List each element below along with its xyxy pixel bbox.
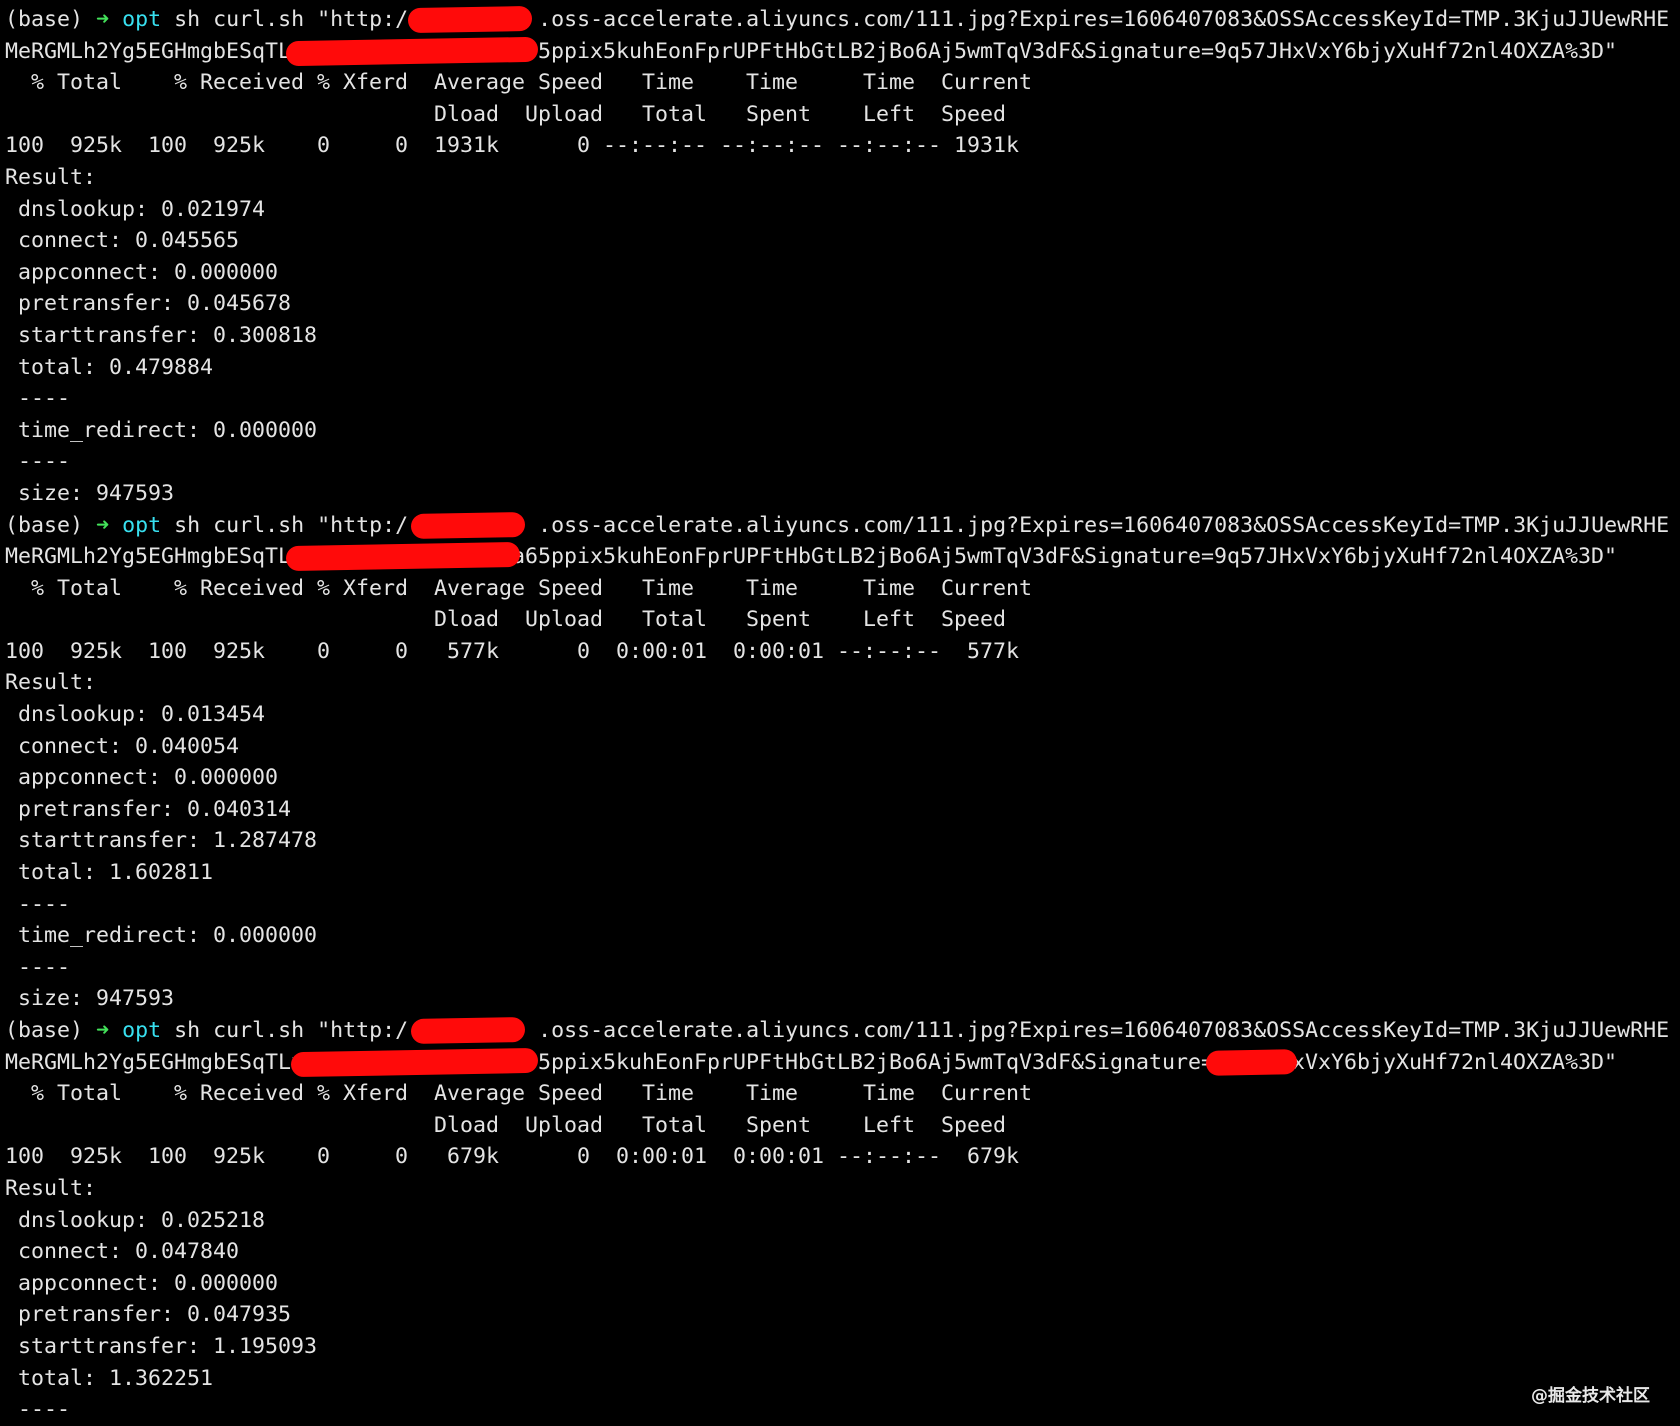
command-line-wrap: MeRGMLh2Yg5EGHmgbESqTL 5ppix5kuhEonFprUPF… <box>5 36 1680 68</box>
progress-header: Dload Upload Total Spent Left Speed <box>5 607 1007 633</box>
redaction-mark <box>407 5 532 34</box>
result-label: Result: <box>5 670 97 696</box>
progress-row: 100 925k 100 925k 0 0 679k 0 0:00:01 0:0… <box>5 1144 1020 1170</box>
redaction-mark <box>285 36 539 66</box>
result-stat: ---- <box>5 386 71 412</box>
command-url-part: 5ppix5kuhEonFprUPFtHbGtLB2jBo6Aj5wmTqV3d… <box>538 1049 1215 1075</box>
command-url-part: a65ppix5kuhEonFprUPFtHbGtLB2jBo6Aj5wmTqV… <box>512 544 1618 570</box>
result-stat: connect: 0.047840 <box>5 1239 240 1265</box>
progress-header: Dload Upload Total Spent Left Speed <box>5 101 1007 127</box>
command-url: .oss-accelerate.aliyuncs.com/111.jpg?Exp… <box>538 7 1670 32</box>
prompt-arrow-icon: ➜ <box>96 1018 110 1043</box>
result-stat: total: 1.602811 <box>5 860 214 886</box>
command-url: .oss-accelerate.aliyuncs.com/111.jpg?Exp… <box>538 512 1670 538</box>
progress-header: % Total % Received % Xferd Average Speed… <box>5 70 1033 96</box>
command-line[interactable]: (base) ➜ opt sh curl.sh "http:/ .oss-acce… <box>5 1015 1680 1047</box>
result-stat: total: 1.362251 <box>5 1365 214 1391</box>
result-stat: connect: 0.045565 <box>5 228 240 254</box>
command-url-part: MeRGMLh2Yg5EGHmgbESqTL <box>5 544 292 570</box>
progress-header: Dload Upload Total Spent Left Speed <box>5 1112 1007 1138</box>
result-stat: appconnect: 0.000000 <box>5 765 279 791</box>
result-stat: pretransfer: 0.047935 <box>5 1302 292 1328</box>
redaction-mark <box>410 511 526 539</box>
result-stat: appconnect: 0.000000 <box>5 1270 279 1296</box>
redaction-mark <box>410 1017 526 1044</box>
command-text: sh curl.sh "http:/ <box>161 7 409 32</box>
redaction-mark <box>285 542 520 572</box>
progress-row: 100 925k 100 925k 0 0 1931k 0 --:--:-- -… <box>5 133 1020 159</box>
terminal-output[interactable]: (base) ➜ opt sh curl.sh "http:/ .oss-acce… <box>5 4 1680 1426</box>
command-line[interactable]: (base) ➜ opt sh curl.sh "http:/ .oss-acce… <box>5 4 1680 36</box>
result-stat: total: 0.479884 <box>5 354 214 380</box>
command-url-part: MeRGMLh2Yg5EGHmgbESqTL <box>5 38 292 64</box>
command-text: sh curl.sh "http:/ <box>161 1018 409 1043</box>
result-stat: ---- <box>5 449 71 475</box>
command-line-wrap: MeRGMLh2Yg5EGHmgbESqTLx 5ppix5kuhEonFprUP… <box>5 1047 1680 1079</box>
result-stat: ---- <box>5 954 71 980</box>
result-label: Result: <box>5 164 97 190</box>
prompt-env: (base) <box>5 7 84 32</box>
progress-row: 100 925k 100 925k 0 0 577k 0 0:00:01 0:0… <box>5 638 1020 664</box>
prompt-env: (base) <box>5 512 84 538</box>
result-stat: starttransfer: 0.300818 <box>5 322 318 348</box>
progress-header: % Total % Received % Xferd Average Speed… <box>5 575 1033 601</box>
prompt-directory: opt <box>122 1018 162 1043</box>
command-line-wrap: MeRGMLh2Yg5EGHmgbESqTL a65ppix5kuhEonFprU… <box>5 541 1680 573</box>
result-label: Result: <box>5 1175 97 1201</box>
result-stat: dnslookup: 0.013454 <box>5 702 266 728</box>
result-stat: starttransfer: 1.287478 <box>5 828 318 854</box>
redaction-mark <box>290 1047 539 1077</box>
command-url-part: xVxY6bjyXuHf72nl4OXZA%3D" <box>1292 1049 1618 1075</box>
result-stat: dnslookup: 0.025218 <box>5 1207 266 1233</box>
result-stat: size: 947593 <box>5 986 175 1012</box>
result-stat: connect: 0.040054 <box>5 733 240 759</box>
command-url-part: 5ppix5kuhEonFprUPFtHbGtLB2jBo6Aj5wmTqV3d… <box>538 38 1618 64</box>
prompt-arrow-icon: ➜ <box>96 512 110 538</box>
prompt-directory: opt <box>122 7 162 32</box>
redaction-mark <box>1206 1048 1298 1076</box>
command-url-part: MeRGMLh2Yg5EGHmgbESqTLx <box>5 1049 305 1075</box>
result-stat: ---- <box>5 891 71 917</box>
progress-header: % Total % Received % Xferd Average Speed… <box>5 1081 1033 1107</box>
result-stat: starttransfer: 1.195093 <box>5 1333 318 1359</box>
result-stat: time_redirect: 0.000000 <box>5 923 318 949</box>
result-stat: dnslookup: 0.021974 <box>5 196 266 222</box>
command-line[interactable]: (base) ➜ opt sh curl.sh "http:/ .oss-acce… <box>5 510 1680 542</box>
command-url: .oss-accelerate.aliyuncs.com/111.jpg?Exp… <box>538 1018 1670 1043</box>
prompt-arrow-icon: ➜ <box>96 7 110 32</box>
result-stat: time_redirect: 0.000000 <box>5 417 318 443</box>
result-stat: size: 947593 <box>5 480 175 506</box>
result-stat: ---- <box>5 1397 71 1423</box>
command-text: sh curl.sh "http:/ <box>161 512 409 538</box>
prompt-env: (base) <box>5 1018 84 1043</box>
result-stat: appconnect: 0.000000 <box>5 259 279 285</box>
result-stat: pretransfer: 0.045678 <box>5 291 292 317</box>
watermark: @掘金技术社区 <box>1531 1386 1650 1406</box>
result-stat: pretransfer: 0.040314 <box>5 796 292 822</box>
prompt-directory: opt <box>122 512 162 538</box>
